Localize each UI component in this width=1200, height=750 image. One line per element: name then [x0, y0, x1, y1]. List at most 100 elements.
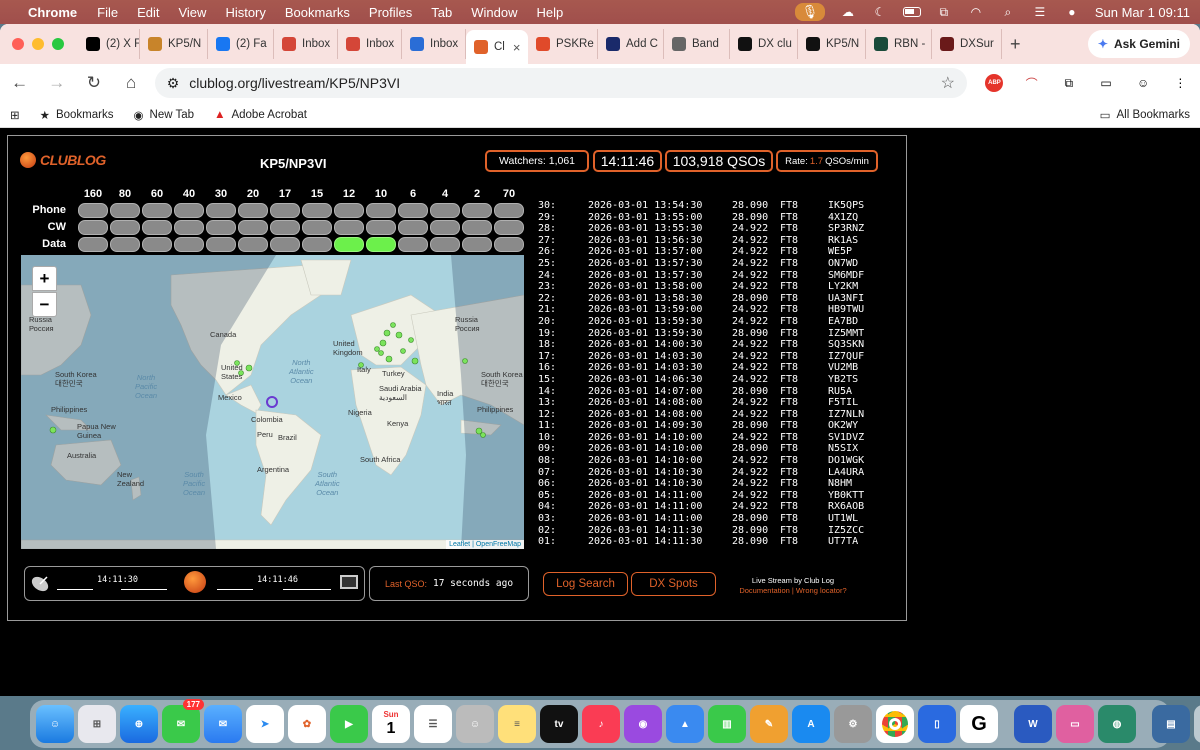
- browser-tab[interactable]: PSKRe: [528, 29, 598, 59]
- keynote-icon[interactable]: ▲: [666, 705, 704, 743]
- extension-arc-icon[interactable]: ⌒: [1022, 73, 1041, 93]
- reminders-icon[interactable]: ☰: [414, 705, 452, 743]
- minimize-window-button[interactable]: [32, 38, 44, 50]
- browser-tab[interactable]: Band: [664, 29, 730, 59]
- word-icon[interactable]: W: [1014, 705, 1052, 743]
- browser-tab[interactable]: (2) X F: [78, 29, 140, 59]
- zoom-in-button[interactable]: +: [32, 266, 57, 291]
- menu-tab[interactable]: Tab: [431, 5, 452, 20]
- pages-icon[interactable]: ✎: [750, 705, 788, 743]
- dx-spots-button[interactable]: DX Spots: [631, 572, 716, 596]
- qso-frequency: 24.922: [732, 281, 769, 293]
- music-icon[interactable]: ♪: [582, 705, 620, 743]
- qso-map[interactable]: Russia Россия Russia Россия Canada Unite…: [21, 255, 524, 549]
- mail-icon[interactable]: ✉: [204, 705, 242, 743]
- browser-tab[interactable]: Cl ×: [466, 30, 528, 64]
- menu-window[interactable]: Window: [471, 5, 517, 20]
- finder-icon[interactable]: ☺: [36, 705, 74, 743]
- browser-tab[interactable]: Add C: [598, 29, 664, 59]
- new-tab-button[interactable]: +: [1010, 34, 1021, 55]
- menu-history[interactable]: History: [225, 5, 265, 20]
- menu-file[interactable]: File: [97, 5, 118, 20]
- cloud-icon[interactable]: ☁: [839, 5, 857, 19]
- clublog-logo[interactable]: CLUBLOG: [20, 152, 106, 168]
- launchpad-icon[interactable]: ⊞: [78, 705, 116, 743]
- browser-tab[interactable]: RBN -: [866, 29, 932, 59]
- browser-tab[interactable]: KP5/N: [140, 29, 208, 59]
- bookmark-star-icon[interactable]: ☆: [941, 73, 955, 93]
- browser-tab[interactable]: KP5/N: [798, 29, 866, 59]
- search-icon[interactable]: ⌕: [999, 5, 1017, 19]
- photos-icon[interactable]: ✿: [288, 705, 326, 743]
- browser-tab[interactable]: DX clu: [730, 29, 798, 59]
- menu-view[interactable]: View: [178, 5, 206, 20]
- wifi-icon[interactable]: ◠: [967, 5, 985, 19]
- back-arrow-icon[interactable]: ←: [10, 73, 29, 93]
- tab-search-icon[interactable]: ▭: [1096, 73, 1115, 93]
- menu-profiles[interactable]: Profiles: [369, 5, 412, 20]
- calendar-icon[interactable]: Sun 1: [372, 705, 410, 743]
- contacts-icon[interactable]: ☺: [456, 705, 494, 743]
- gmail-icon: [282, 37, 296, 51]
- bookmark-adobe-acrobat[interactable]: ▲ Adobe Acrobat: [214, 109, 307, 121]
- microphone-icon[interactable]: 🎙: [794, 3, 825, 21]
- chrome-icon[interactable]: [876, 705, 914, 743]
- site-info-icon[interactable]: ⚙: [167, 75, 180, 92]
- maps-icon[interactable]: ➤: [246, 705, 284, 743]
- menu-help[interactable]: Help: [537, 5, 564, 20]
- simulator-icon[interactable]: ▯: [918, 705, 956, 743]
- safari-icon[interactable]: ⊕: [120, 705, 158, 743]
- credit-links[interactable]: Documentation | Wrong locator?: [728, 586, 858, 596]
- ask-gemini-button[interactable]: ✦ Ask Gemini: [1087, 30, 1190, 58]
- browser-tab[interactable]: Inbox: [402, 29, 466, 59]
- browser-tab[interactable]: (2) Fa: [208, 29, 274, 59]
- user-avatar-icon[interactable]: ●: [1063, 5, 1081, 19]
- control-center-icon[interactable]: ☰: [1031, 5, 1049, 19]
- menubar-datetime[interactable]: Sun Mar 1 09:11: [1095, 5, 1190, 20]
- openfreemap-link[interactable]: OpenFreeMap: [476, 541, 521, 548]
- home-icon[interactable]: ⌂: [122, 73, 141, 93]
- numbers-icon[interactable]: ▥: [708, 705, 746, 743]
- menu-edit[interactable]: Edit: [137, 5, 159, 20]
- close-tab-icon[interactable]: ×: [513, 40, 521, 55]
- system-settings-icon[interactable]: ⚙: [834, 705, 872, 743]
- log-search-button[interactable]: Log Search: [543, 572, 628, 596]
- notes-icon[interactable]: ≡: [498, 705, 536, 743]
- browser-tab[interactable]: DXSur: [932, 29, 1002, 59]
- apps-grid-icon[interactable]: ⊞: [10, 108, 20, 122]
- browser-tab[interactable]: Inbox: [274, 29, 338, 59]
- podcasts-icon[interactable]: ◉: [624, 705, 662, 743]
- folder-pink-icon[interactable]: ▭: [1056, 705, 1094, 743]
- screen-mirror-icon[interactable]: ⧉: [935, 5, 953, 19]
- profile-avatar-icon[interactable]: ☺: [1134, 73, 1153, 93]
- moon-icon[interactable]: ☾: [871, 5, 889, 19]
- facetime-icon[interactable]: ▶: [330, 705, 368, 743]
- bookmark-bookmarks[interactable]: ★ Bookmarks: [40, 108, 114, 122]
- desktop-stack-icon[interactable]: ▤: [1152, 705, 1190, 743]
- chrome-menu-icon[interactable]: ⋮: [1171, 73, 1190, 93]
- browser-tab[interactable]: Inbox: [338, 29, 402, 59]
- url-text[interactable]: clublog.org/livestream/KP5/NP3VI: [189, 75, 930, 91]
- extensions-puzzle-icon[interactable]: ⧉: [1059, 73, 1078, 93]
- menu-app-name[interactable]: Chrome: [28, 5, 77, 20]
- trash-icon[interactable]: 🗑: [1194, 705, 1200, 743]
- address-bar[interactable]: ⚙ clublog.org/livestream/KP5/NP3VI ☆: [154, 68, 967, 98]
- battery-icon[interactable]: [902, 5, 921, 19]
- close-window-button[interactable]: [12, 38, 24, 50]
- adblock-icon[interactable]: ABP: [985, 73, 1004, 93]
- reload-icon[interactable]: ↻: [84, 73, 103, 93]
- bookmark-new-tab[interactable]: ◉ New Tab: [133, 108, 194, 122]
- grammarly-icon[interactable]: G: [960, 705, 998, 743]
- app-store-icon[interactable]: A: [792, 705, 830, 743]
- qso-callsign: IZ7NLN: [828, 408, 865, 420]
- apple-tv-icon[interactable]: tv: [540, 705, 578, 743]
- all-bookmarks-button[interactable]: ▭ All Bookmarks: [1100, 108, 1190, 122]
- globe-app-icon[interactable]: ◍: [1098, 705, 1136, 743]
- zoom-window-button[interactable]: [52, 38, 64, 50]
- menu-bookmarks[interactable]: Bookmarks: [285, 5, 350, 20]
- forward-arrow-icon[interactable]: →: [47, 73, 66, 93]
- zoom-out-button[interactable]: −: [32, 292, 57, 317]
- leaflet-link[interactable]: Leaflet: [449, 541, 470, 548]
- messages-icon[interactable]: ✉ 177: [162, 699, 204, 743]
- qso-row: 12: 2026-03-01 14:08:00 24.922 FT8 IZ7NLN: [538, 409, 898, 421]
